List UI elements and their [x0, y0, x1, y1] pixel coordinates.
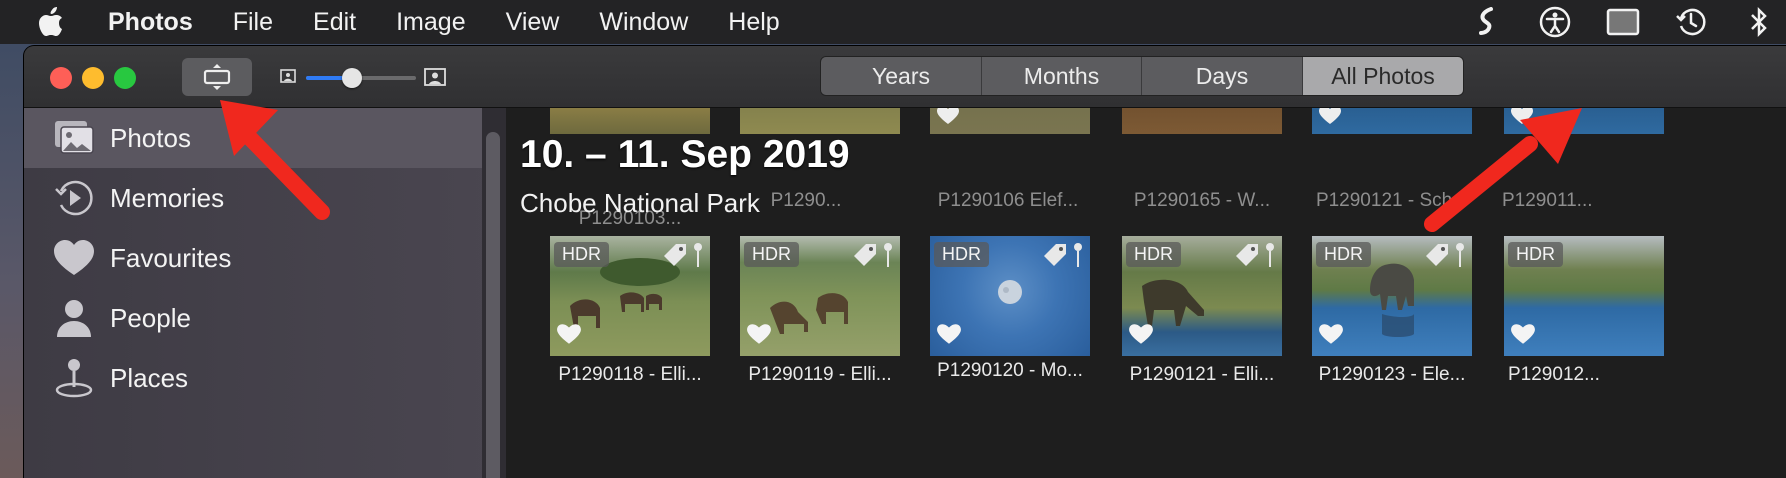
tab-days[interactable]: Days: [1142, 57, 1303, 95]
menu-bar: Photos File Edit Image View Window Help: [0, 0, 1786, 44]
favourite-heart-icon[interactable]: [936, 108, 960, 130]
menu-file[interactable]: File: [213, 8, 293, 37]
tab-months[interactable]: Months: [982, 57, 1142, 95]
person-icon: [52, 296, 96, 340]
favourite-heart-icon[interactable]: [746, 323, 772, 350]
keyword-tag-icon: [852, 242, 878, 273]
location-pin-icon: [1264, 242, 1276, 273]
annotation-arrow-left: [220, 100, 330, 220]
sidebar-item-label: People: [110, 302, 191, 333]
favourite-heart-icon[interactable]: [936, 323, 962, 350]
accessibility-icon[interactable]: [1538, 5, 1572, 39]
location-pin-icon: [692, 242, 704, 273]
photo-thumbnail[interactable]: HDR: [550, 236, 710, 356]
sidebar-item-label: Photos: [110, 122, 191, 153]
photo-thumbnail[interactable]: [740, 108, 900, 134]
keyword-tag-icon: [1424, 242, 1450, 273]
favourite-heart-icon[interactable]: [1318, 323, 1344, 350]
menu-view[interactable]: View: [486, 8, 580, 37]
sidebar-item-places[interactable]: Places: [24, 348, 482, 408]
tab-all-photos[interactable]: All Photos: [1303, 57, 1463, 95]
photo-thumbnail[interactable]: [550, 108, 710, 134]
keyword-tag-icon: [662, 242, 688, 273]
photo-caption: P1290123 - Ele...: [1318, 364, 1466, 385]
photo-thumbnail[interactable]: HDR: [1122, 236, 1282, 356]
bluetooth-icon[interactable]: [1742, 5, 1776, 39]
photo-caption: P1290106 Elef...: [937, 190, 1079, 211]
location-pin-icon: [882, 242, 894, 273]
hdr-badge: HDR: [934, 242, 989, 267]
location-pin-icon: [1454, 242, 1466, 273]
keyword-tag-icon: [1234, 242, 1260, 273]
keyword-tag-icon: [1042, 242, 1068, 273]
hdr-badge: HDR: [744, 242, 799, 267]
photo-thumbnail[interactable]: HDR: [1504, 236, 1664, 356]
photos-icon: [52, 116, 96, 160]
favourite-heart-icon[interactable]: [556, 323, 582, 350]
photo-thumbnail[interactable]: [930, 108, 1090, 134]
sidebar-scrollbar-thumb[interactable]: [486, 132, 500, 478]
photo-caption: P1290121 - Elli...: [1129, 364, 1275, 385]
display-icon[interactable]: [1606, 5, 1640, 39]
moment-date-title: 10. – 11. Sep 2019: [520, 133, 850, 176]
photo-caption: P1290120 - Mo...: [937, 360, 1083, 381]
minimize-button[interactable]: [82, 67, 104, 89]
apple-menu-icon[interactable]: [38, 7, 98, 37]
annotation-arrow-right: [1424, 108, 1582, 232]
photo-thumbnail[interactable]: [1122, 108, 1282, 134]
close-button[interactable]: [50, 67, 72, 89]
status-area: [1470, 0, 1786, 44]
hdr-badge: HDR: [554, 242, 609, 267]
menu-window[interactable]: Window: [579, 8, 708, 37]
moment-location[interactable]: Chobe National Park: [520, 188, 760, 219]
menu-edit[interactable]: Edit: [293, 8, 376, 37]
sidebar-item-favourites[interactable]: Favourites: [24, 228, 482, 288]
time-machine-icon[interactable]: [1674, 5, 1708, 39]
menu-image[interactable]: Image: [376, 8, 485, 37]
zoom-in-icon[interactable]: [424, 68, 446, 91]
photo-caption: P129012...: [1508, 364, 1600, 385]
photo-thumbnail[interactable]: HDR: [1312, 236, 1472, 356]
heart-icon: [52, 236, 96, 280]
menu-help[interactable]: Help: [708, 8, 799, 37]
sidebar-item-label: Places: [110, 362, 189, 393]
sidebar-scrollbar[interactable]: [482, 108, 506, 478]
hdr-badge: HDR: [1126, 242, 1181, 267]
hdr-badge: HDR: [1508, 242, 1563, 267]
maximize-button[interactable]: [114, 67, 136, 89]
view-segmented-control: Years Months Days All Photos: [820, 56, 1464, 96]
map-pin-icon: [52, 356, 96, 400]
tab-years[interactable]: Years: [821, 57, 982, 95]
favourite-heart-icon[interactable]: [1128, 323, 1154, 350]
menu-photos[interactable]: Photos: [98, 8, 213, 37]
sidebar-item-label: Favourites: [110, 242, 232, 273]
memories-icon: [52, 176, 96, 220]
favourite-heart-icon[interactable]: [1510, 323, 1536, 350]
photo-caption: P1290119 - Elli...: [748, 364, 892, 385]
location-pin-icon: [1072, 242, 1084, 273]
favourite-heart-icon[interactable]: [1318, 108, 1342, 130]
hdr-badge: HDR: [1316, 242, 1371, 267]
sidebar-item-people[interactable]: People: [24, 288, 482, 348]
photo-caption: P1290118 - Elli...: [558, 364, 702, 385]
photo-caption: P1290165 - W...: [1133, 190, 1271, 211]
script-icon[interactable]: [1470, 5, 1504, 39]
photo-thumbnail[interactable]: HDR: [740, 236, 900, 356]
photo-thumbnail[interactable]: HDR: [930, 236, 1090, 356]
